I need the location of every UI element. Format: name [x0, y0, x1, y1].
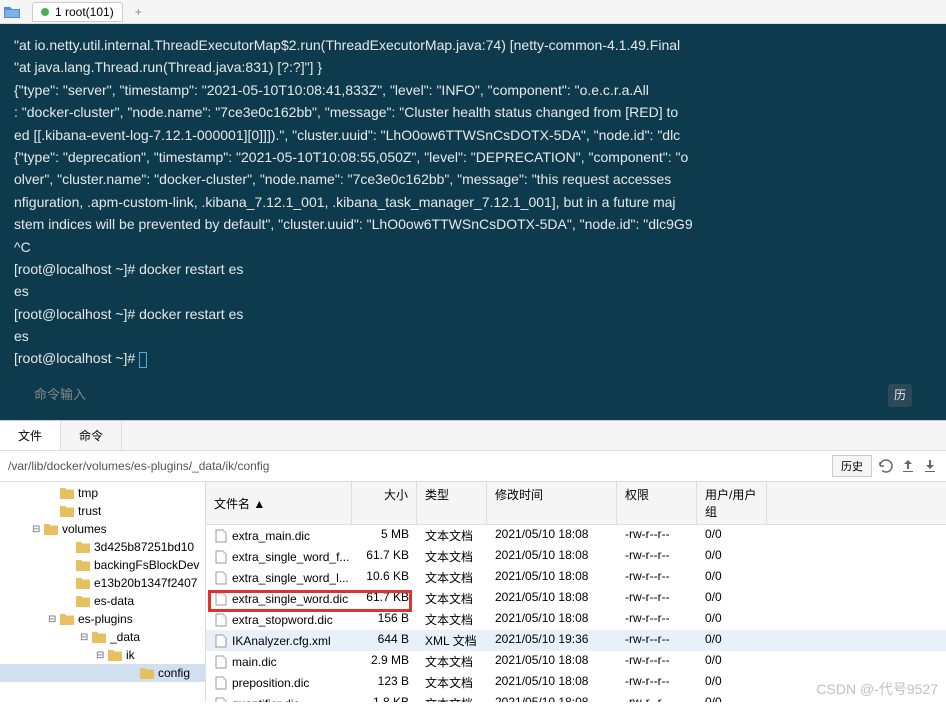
terminal-line: "at io.netty.util.internal.ThreadExecuto…: [14, 34, 932, 56]
file-row[interactable]: extra_main.dic5 MB文本文档2021/05/10 18:08-r…: [206, 525, 946, 546]
terminal-line: : "docker-cluster", "node.name": "7ce3e0…: [14, 101, 932, 123]
refresh-icon[interactable]: [878, 458, 894, 474]
tree-item[interactable]: 3d425b87251bd10: [0, 538, 205, 556]
history-button[interactable]: 历: [888, 384, 912, 407]
terminal-line: ed [[.kibana-event-log-7.12.1-000001][0]…: [14, 124, 932, 146]
file-row[interactable]: extra_single_word_f...61.7 KB文本文档2021/05…: [206, 546, 946, 567]
file-row[interactable]: extra_stopword.dic156 B文本文档2021/05/10 18…: [206, 609, 946, 630]
tab-title: 1 root(101): [55, 5, 114, 19]
terminal-output[interactable]: "at io.netty.util.internal.ThreadExecuto…: [0, 24, 946, 420]
col-name[interactable]: 文件名 ▲: [206, 482, 352, 524]
terminal-line: [root@localhost ~]#: [14, 347, 932, 369]
terminal-line: {"type": "server", "timestamp": "2021-05…: [14, 79, 932, 101]
terminal-line: {"type": "deprecation", "timestamp": "20…: [14, 146, 932, 168]
lower-panel: 文件 命令 /var/lib/docker/volumes/es-plugins…: [0, 420, 946, 702]
status-dot-icon: [41, 8, 49, 16]
command-placeholder: 命令输入: [34, 385, 86, 406]
col-perm[interactable]: 权限: [617, 482, 697, 524]
file-row[interactable]: IKAnalyzer.cfg.xml644 BXML 文档2021/05/10 …: [206, 630, 946, 651]
open-folder-icon[interactable]: [4, 5, 20, 19]
terminal-line: [root@localhost ~]# docker restart es: [14, 303, 932, 325]
tree-item[interactable]: ⊟_data: [0, 628, 205, 646]
file-row[interactable]: extra_single_word_l...10.6 KB文本文档2021/05…: [206, 567, 946, 588]
tree-item[interactable]: ⊟ik: [0, 646, 205, 664]
tree-item[interactable]: ⊟es-plugins: [0, 610, 205, 628]
file-area: tmptrust⊟volumes3d425b87251bd10backingFs…: [0, 482, 946, 702]
top-bar: 1 root(101) +: [0, 0, 946, 24]
terminal-line: es: [14, 280, 932, 302]
col-type[interactable]: 类型: [417, 482, 487, 524]
tree-item[interactable]: backingFsBlockDev: [0, 556, 205, 574]
terminal-line: nfiguration, .apm-custom-link, .kibana_7…: [14, 191, 932, 213]
tree-item[interactable]: trust: [0, 502, 205, 520]
tab-files[interactable]: 文件: [0, 421, 61, 450]
terminal-line: [root@localhost ~]# docker restart es: [14, 258, 932, 280]
terminal-line: olver", "cluster.name": "docker-cluster"…: [14, 168, 932, 190]
file-list-header: 文件名 ▲ 大小 类型 修改时间 权限 用户/用户组: [206, 482, 946, 525]
path-bar: /var/lib/docker/volumes/es-plugins/_data…: [0, 451, 946, 482]
file-list[interactable]: 文件名 ▲ 大小 类型 修改时间 权限 用户/用户组 extra_main.di…: [206, 482, 946, 702]
command-input-bar[interactable]: 命令输入 历: [14, 380, 932, 411]
col-date[interactable]: 修改时间: [487, 482, 617, 524]
current-path: /var/lib/docker/volumes/es-plugins/_data…: [8, 459, 832, 473]
file-row[interactable]: extra_single_word.dic61.7 KB文本文档2021/05/…: [206, 588, 946, 609]
tree-item[interactable]: ⊟volumes: [0, 520, 205, 538]
add-tab-button[interactable]: +: [127, 5, 150, 19]
terminal-line: es: [14, 325, 932, 347]
watermark: CSDN @-代号9527: [816, 679, 938, 699]
terminal-line: ^C: [14, 236, 932, 258]
tab-commands[interactable]: 命令: [61, 421, 122, 450]
tree-item[interactable]: config: [0, 664, 205, 682]
file-row[interactable]: main.dic2.9 MB文本文档2021/05/10 18:08-rw-r-…: [206, 651, 946, 672]
folder-tree[interactable]: tmptrust⊟volumes3d425b87251bd10backingFs…: [0, 482, 206, 702]
download-icon[interactable]: [922, 458, 938, 474]
upload-icon[interactable]: [900, 458, 916, 474]
col-owner[interactable]: 用户/用户组: [697, 482, 767, 524]
terminal-line: "at java.lang.Thread.run(Thread.java:831…: [14, 56, 932, 78]
terminal-line: stem indices will be prevented by defaul…: [14, 213, 932, 235]
tree-item[interactable]: es-data: [0, 592, 205, 610]
col-size[interactable]: 大小: [352, 482, 417, 524]
history-dropdown[interactable]: 历史: [832, 455, 872, 477]
panel-tabs: 文件 命令: [0, 421, 946, 451]
session-tab[interactable]: 1 root(101): [32, 2, 123, 22]
tree-item[interactable]: e13b20b1347f2407: [0, 574, 205, 592]
tree-item[interactable]: tmp: [0, 484, 205, 502]
